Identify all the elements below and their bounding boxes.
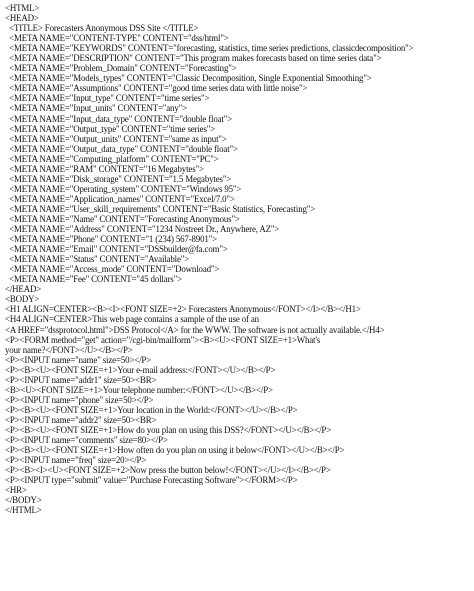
source-line: <META NAME="Computing_platform" CONTENT=…	[5, 153, 219, 164]
source-line: <META NAME="Input_units" CONTENT="any">	[5, 103, 187, 114]
source-line: <META NAME="Output_units" CONTENT="same …	[5, 133, 227, 144]
source-line: <META NAME="Assumptions" CONTENT="good t…	[5, 83, 308, 94]
source-line: <TITLE> Forecasters Anonymous DSS Site <…	[5, 23, 199, 34]
source-line: <META NAME="Input_type" CONTENT="time se…	[5, 93, 210, 104]
source-line: <P><INPUT name="addr2" size=50><BR>	[5, 414, 157, 425]
source-line: <META NAME="DESCRIPTION" CONTENT="This p…	[5, 53, 382, 64]
source-line: <META NAME="Address" CONTENT="1234 Nostr…	[5, 224, 280, 235]
source-line: <META NAME="Problem_Domain" CONTENT="For…	[5, 63, 237, 74]
source-line: <META NAME="KEYWORDS" CONTENT="forecasti…	[5, 43, 414, 54]
source-line: <B><U><FONT SIZE=+1>Your telephone numbe…	[5, 384, 273, 395]
source-line: </HEAD>	[5, 284, 42, 295]
source-line: <META NAME="Output_data_type" CONTENT="d…	[5, 143, 238, 154]
source-line: <META NAME="Input_data_type" CONTENT="do…	[5, 113, 233, 124]
source-line: <META NAME="RAM" CONTENT="16 Megabytes">	[5, 163, 204, 174]
source-line: <META NAME="Access_mode" CONTENT="Downlo…	[5, 264, 220, 275]
source-line: <H1 ALIGN=CENTER><B><I><FONT SIZE=+2> Fo…	[5, 304, 361, 315]
source-line: <P><INPUT type="submit" value="Purchase …	[5, 475, 298, 486]
source-line: <P><B><U><FONT SIZE=+1>Your e-mail addre…	[5, 364, 276, 375]
source-line: <META NAME="Models_types" CONTENT="Class…	[5, 73, 372, 84]
source-line: <META NAME="Disk_storage" CONTENT="1.5 M…	[5, 173, 232, 184]
source-line: <P><B><U><FONT SIZE=+1>How often do you …	[5, 445, 345, 456]
source-line: <A HREF="dssprotocol.html">DSS Protocol<…	[5, 324, 385, 335]
source-line: <P><B><U><FONT SIZE=+1>Your location in …	[5, 404, 298, 415]
source-line: <P><INPUT name="name" size=50></P>	[5, 354, 152, 365]
source-line: <META NAME="Phone" CONTENT="1 (234) 567-…	[5, 234, 217, 245]
source-line: <P><B><U><FONT SIZE=+1>How do you plan o…	[5, 424, 332, 435]
source-line: <P><FORM method="get" action="/cgi-bin/m…	[5, 334, 321, 345]
source-line: <HTML>	[5, 3, 40, 13]
source-line: </HTML>	[5, 505, 42, 516]
source-line: <META NAME="Operating_system" CONTENT="W…	[5, 183, 242, 194]
source-line: <META NAME="Email" CONTENT="DSSbuilder@f…	[5, 244, 228, 255]
source-line: <P><INPUT name="addr1" size=50><BR>	[5, 374, 157, 385]
source-line: <META NAME="Output_type" CONTENT="time s…	[5, 123, 216, 134]
source-line: <META NAME="Name" CONTENT="Forecasting A…	[5, 213, 240, 224]
source-line: <META NAME="Fee" CONTENT="45 dollars">	[5, 274, 182, 285]
source-line: <P><INPUT name="phone" size=50></P>	[5, 394, 154, 405]
source-line: <P><INPUT name="freq" size=20></P>	[5, 455, 147, 466]
source-line: <BODY>	[5, 294, 40, 305]
source-line: <META NAME="User_skill_requirements" CON…	[5, 203, 316, 214]
source-line: <META NAME="Status" CONTENT="Available">	[5, 254, 190, 265]
html-source-listing: <HTML> <HEAD> <TITLE> Forecasters Anonymo…	[0, 0, 474, 591]
source-line: <META NAME="Application_names" CONTENT="…	[5, 193, 235, 204]
source-line: <META NAME="CONTENT-TYPE" CONTENT="dss/h…	[5, 33, 229, 44]
source-line: <HEAD>	[5, 13, 39, 24]
source-line: <HR>	[5, 485, 27, 496]
source-line: <H4 ALIGN=CENTER>This web page contains …	[5, 314, 259, 325]
source-line: </BODY>	[5, 495, 42, 506]
source-line: <P><B><I><U><FONT SIZE=+2>Now press the …	[5, 465, 331, 476]
source-line: <P><INPUT name="comments" size=80></P>	[5, 435, 168, 446]
source-line: your name?</FONT></U></B></P>	[5, 344, 133, 355]
